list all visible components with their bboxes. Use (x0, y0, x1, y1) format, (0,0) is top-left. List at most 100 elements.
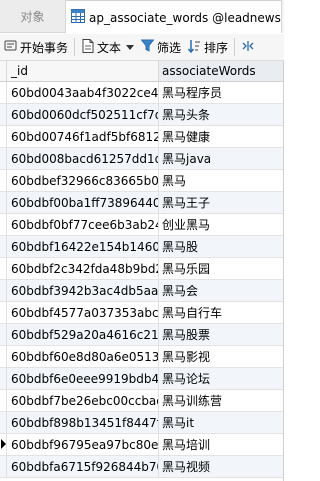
table-row[interactable]: 60bdbf6e0eee9919bdb42 黑马论坛 (0, 368, 284, 390)
table-row[interactable]: 60bdbf60e8d80a6e05134 黑马影视 (0, 346, 284, 368)
table-row[interactable]: 60bdbf4577a037353abc3 黑马自行车 (0, 302, 284, 324)
text-view-button[interactable]: 文本 (78, 34, 137, 60)
cell-associate-words[interactable]: 黑马股 (159, 236, 284, 257)
toolbar-divider (234, 38, 236, 56)
cell-associate-words[interactable]: 黑马健康 (159, 126, 284, 147)
cell-associate-words[interactable]: 黑马视频 (159, 456, 284, 477)
toolbar: 开始事务 文本 筛选 排序 (0, 34, 284, 61)
cell-id[interactable]: 60bdbf2c342fda48b9bd2 (7, 258, 159, 279)
more-tools-button[interactable] (238, 34, 257, 60)
row-indicator[interactable] (0, 236, 7, 257)
column-header-id[interactable]: _id (7, 61, 159, 82)
table-row[interactable]: 60bd008bacd61257dd1d 黑马java (0, 148, 284, 170)
row-indicator[interactable] (0, 368, 7, 389)
cell-id[interactable]: 60bdbf96795ea97bc80e7 (7, 434, 159, 455)
table-row[interactable]: 60bdbf898b13451f8447f6 黑马it (0, 412, 284, 434)
row-indicator[interactable] (0, 390, 7, 411)
cell-id[interactable]: 60bdbf0bf77cee6b3ab24 (7, 214, 159, 235)
cell-id[interactable]: 60bd00746f1adf5bf6812e (7, 126, 159, 147)
cell-associate-words[interactable]: 黑马乐园 (159, 258, 284, 279)
data-grid: _id associateWords 60bd0043aab4f3022ce4a… (0, 61, 284, 481)
cell-id[interactable]: 60bd0043aab4f3022ce4a (7, 82, 159, 103)
cell-id[interactable]: 60bdbf7be26ebc00ccbad (7, 390, 159, 411)
grid-header: _id associateWords (0, 61, 284, 82)
cell-associate-words[interactable]: 黑马it (159, 412, 284, 433)
cell-associate-words[interactable]: 创业黑马 (159, 214, 284, 235)
table-row[interactable]: 60bd0060dcf502511cf7dc 黑马头条 (0, 104, 284, 126)
cell-id[interactable]: 60bdbef32966c83665b0c (7, 170, 159, 191)
cell-id[interactable]: 60bd0060dcf502511cf7dc (7, 104, 159, 125)
transaction-icon (4, 39, 17, 55)
row-indicator[interactable] (0, 170, 7, 191)
row-indicator-header (0, 61, 7, 82)
row-indicator[interactable] (0, 258, 7, 279)
row-indicator[interactable] (0, 456, 7, 477)
table-row[interactable]: 60bdbf0bf77cee6b3ab24 创业黑马 (0, 214, 284, 236)
cell-associate-words[interactable]: 黑马影视 (159, 346, 284, 367)
text-view-label: 文本 (97, 40, 122, 55)
row-indicator[interactable] (0, 434, 7, 455)
tab-overflow-edge (281, 0, 284, 33)
cell-id[interactable]: 60bdbf60e8d80a6e05134 (7, 346, 159, 367)
table-icon (71, 9, 85, 26)
cell-id[interactable]: 60bdbf6e0eee9919bdb42 (7, 368, 159, 389)
grid-right-border (283, 61, 284, 481)
row-indicator[interactable] (0, 346, 7, 367)
table-row[interactable]: 60bdbf3942b3ac4db5aa9 黑马会 (0, 280, 284, 302)
table-row[interactable]: 60bdbf2c342fda48b9bd2 黑马乐园 (0, 258, 284, 280)
cell-associate-words[interactable]: 黑马程序员 (159, 82, 284, 103)
cell-associate-words[interactable]: 黑马培训 (159, 434, 284, 455)
tab-bar: 对象 ap_associate_words @leadnews-l (0, 0, 284, 34)
row-indicator[interactable] (0, 412, 7, 433)
toolbar-divider (74, 38, 76, 56)
cell-associate-words[interactable]: 黑马王子 (159, 192, 284, 213)
table-row[interactable]: 60bdbf00ba1ff738964402 黑马王子 (0, 192, 284, 214)
begin-transaction-label: 开始事务 (20, 40, 69, 55)
current-row-arrow-icon (1, 439, 6, 449)
cell-associate-words[interactable]: 黑马头条 (159, 104, 284, 125)
cell-associate-words[interactable]: 黑马论坛 (159, 368, 284, 389)
cell-associate-words[interactable]: 黑马会 (159, 280, 284, 301)
row-indicator[interactable] (0, 148, 7, 169)
cell-id[interactable]: 60bd008bacd61257dd1d (7, 148, 159, 169)
table-row[interactable]: 60bdbf7be26ebc00ccbad 黑马训练营 (0, 390, 284, 412)
table-row[interactable]: 60bd00746f1adf5bf6812e 黑马健康 (0, 126, 284, 148)
table-row[interactable]: 60bdbfa6715f926844b70 黑马视频 (0, 456, 284, 478)
row-indicator[interactable] (0, 302, 7, 323)
cell-id[interactable]: 60bdbf3942b3ac4db5aa9 (7, 280, 159, 301)
cell-associate-words[interactable]: 黑马java (159, 148, 284, 169)
cell-id[interactable]: 60bdbf898b13451f8447f6 (7, 412, 159, 433)
sort-label: 排序 (204, 40, 229, 55)
filter-button[interactable]: 筛选 (137, 34, 184, 60)
tab-objects-label: 对象 (20, 10, 45, 24)
cell-associate-words[interactable]: 黑马股票 (159, 324, 284, 345)
cell-id[interactable]: 60bdbf4577a037353abc3 (7, 302, 159, 323)
cell-id[interactable]: 60bdbfa6715f926844b70 (7, 456, 159, 477)
table-row[interactable]: 60bdbf529a20a4616c211 黑马股票 (0, 324, 284, 346)
row-indicator[interactable] (0, 214, 7, 235)
sort-button[interactable]: 排序 (184, 34, 231, 60)
column-header-associate-words[interactable]: associateWords (159, 61, 284, 82)
collapse-arrows-icon (242, 40, 254, 55)
tab-ap-associate-words[interactable]: ap_associate_words @leadnews-l (66, 0, 284, 34)
filter-label: 筛选 (157, 40, 182, 55)
chevron-down-icon (126, 44, 135, 50)
table-row[interactable]: 60bdbef32966c83665b0c 黑马 (0, 170, 284, 192)
cell-id[interactable]: 60bdbf16422e154b1460f (7, 236, 159, 257)
cell-associate-words[interactable]: 黑马 (159, 170, 284, 191)
row-indicator[interactable] (0, 82, 7, 103)
cell-associate-words[interactable]: 黑马自行车 (159, 302, 284, 323)
cell-id[interactable]: 60bdbf00ba1ff738964402 (7, 192, 159, 213)
table-row[interactable]: 60bd0043aab4f3022ce4a 黑马程序员 (0, 82, 284, 104)
cell-id[interactable]: 60bdbf529a20a4616c211 (7, 324, 159, 345)
row-indicator[interactable] (0, 192, 7, 213)
row-indicator[interactable] (0, 126, 7, 147)
row-indicator[interactable] (0, 280, 7, 301)
row-indicator[interactable] (0, 324, 7, 345)
tab-objects[interactable]: 对象 (0, 0, 66, 33)
cell-associate-words[interactable]: 黑马训练营 (159, 390, 284, 411)
row-indicator[interactable] (0, 104, 7, 125)
table-row[interactable]: 60bdbf96795ea97bc80e7 黑马培训 (0, 434, 284, 456)
table-row[interactable]: 60bdbf16422e154b1460f 黑马股 (0, 236, 284, 258)
begin-transaction-button[interactable]: 开始事务 (0, 34, 71, 60)
